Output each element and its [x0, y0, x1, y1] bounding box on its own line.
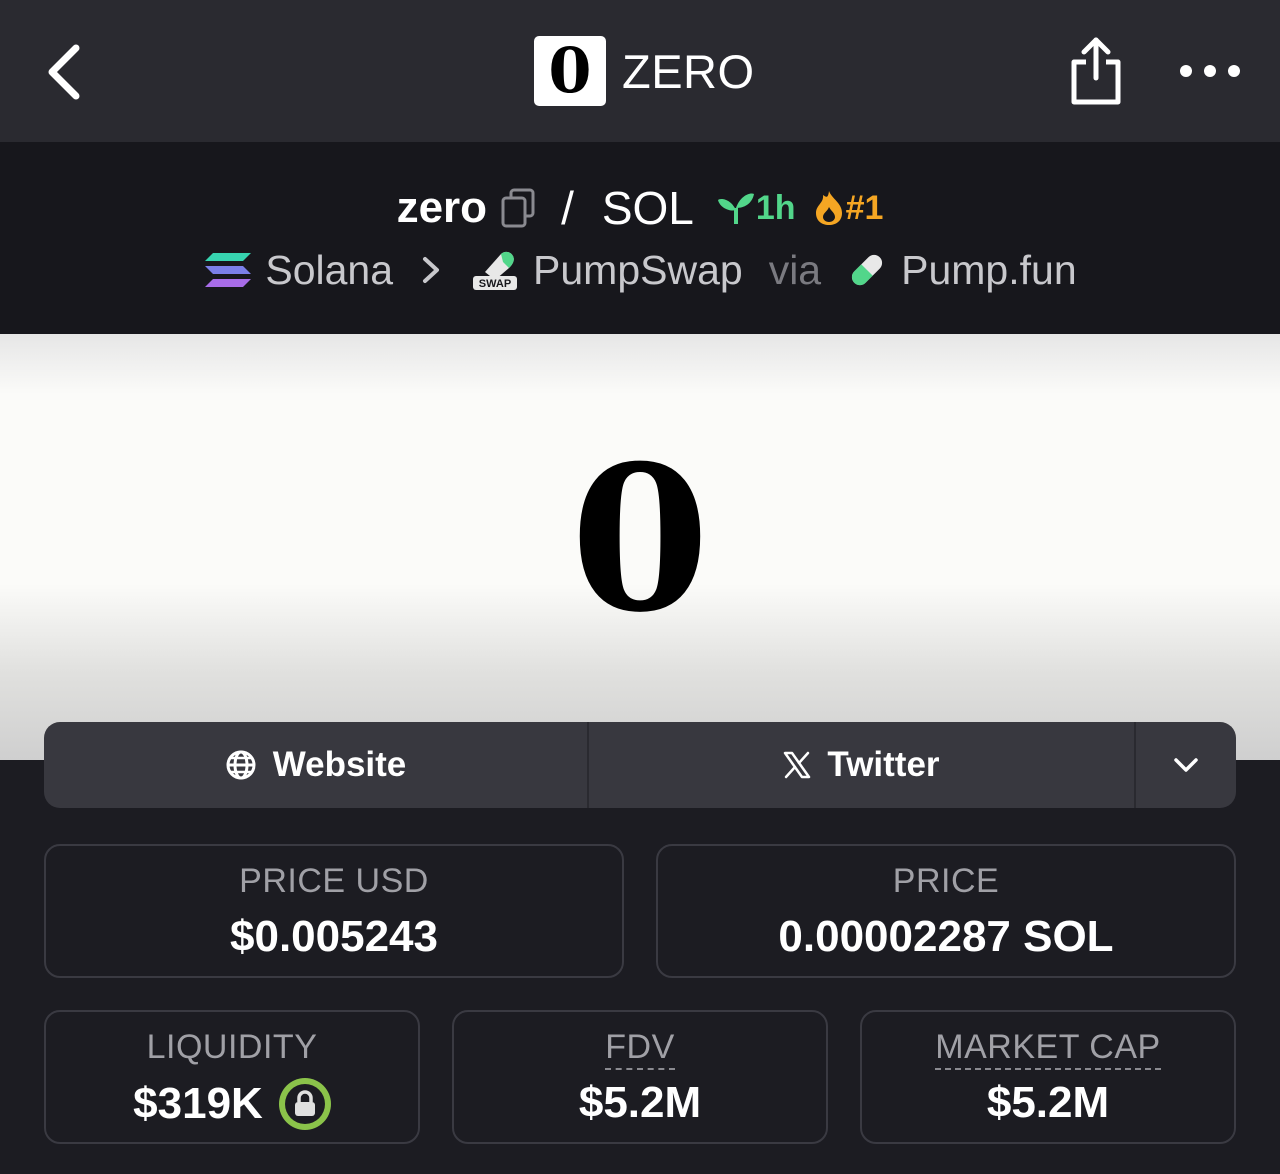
website-button[interactable]: Website — [44, 722, 589, 808]
more-horizontal-icon — [1180, 65, 1192, 77]
launchpad-name: Pump.fun — [901, 246, 1077, 293]
twitter-label: Twitter — [827, 745, 940, 784]
pair-separator: / — [561, 182, 574, 234]
route-row: Solana SWAP PumpSwap via Pump.fun — [0, 242, 1280, 298]
market-cap-label-wrap: MARKET CAP — [862, 1028, 1234, 1070]
x-logo-icon — [784, 751, 811, 779]
more-options-button[interactable] — [1180, 55, 1240, 87]
market-cap-label: MARKET CAP — [935, 1028, 1161, 1070]
dex-name: PumpSwap — [533, 246, 743, 293]
chain-name: Solana — [265, 246, 394, 293]
globe-icon — [226, 750, 256, 780]
pair-header: zero / SOL 1h #1 Solana SWAP PumpSwap vi… — [0, 142, 1280, 334]
top-nav-bar: 0 ZERO — [0, 0, 1280, 142]
price-usd-card: PRICE USD $0.005243 — [44, 844, 624, 978]
pair-row: zero / SOL 1h #1 — [0, 178, 1280, 238]
pumpswap-icon: SWAP — [473, 251, 518, 290]
expand-links-button[interactable] — [1136, 722, 1236, 808]
market-cap-card[interactable]: MARKET CAP $5.2M — [860, 1010, 1236, 1144]
token-name: ZERO — [622, 44, 755, 98]
token-brand: 0 ZERO — [534, 36, 755, 106]
social-links-bar: Website Twitter — [44, 722, 1236, 808]
dex-badge-text: SWAP — [479, 278, 511, 290]
liquidity-value: $319K — [133, 1079, 263, 1128]
lock-icon — [294, 1090, 315, 1116]
website-label: Website — [272, 745, 407, 784]
liquidity-value-row: $319K — [46, 1078, 418, 1130]
copy-icon[interactable] — [501, 188, 535, 228]
flame-icon — [815, 191, 842, 225]
solana-icon — [205, 253, 252, 287]
fdv-value: $5.2M — [578, 1078, 702, 1127]
price-native-card: PRICE 0.00002287 SOL — [656, 844, 1236, 978]
price-native-value: 0.00002287 SOL — [778, 912, 1114, 961]
fdv-card[interactable]: FDV $5.2M — [452, 1010, 828, 1144]
chevron-right-icon — [421, 255, 441, 285]
fdv-label: FDV — [605, 1028, 675, 1070]
back-button[interactable] — [34, 38, 94, 106]
seedling-icon — [717, 193, 754, 224]
price-usd-label: PRICE USD — [239, 862, 429, 900]
fdv-label-wrap: FDV — [454, 1028, 826, 1070]
banner-logo-glyph: 0 — [570, 422, 710, 657]
liquidity-label: LIQUIDITY — [146, 1028, 318, 1066]
market-cap-value: $5.2M — [986, 1078, 1110, 1127]
token-logo: 0 — [534, 36, 606, 106]
via-label: via — [768, 246, 822, 293]
chain-link[interactable]: Solana — [203, 247, 393, 294]
price-native-label: PRICE — [892, 862, 1000, 900]
liquidity-card: LIQUIDITY $319K — [44, 1010, 420, 1144]
pair-age-text: 1h — [755, 188, 796, 227]
chevron-left-icon — [48, 44, 80, 100]
share-icon — [1071, 37, 1121, 105]
trending-rank: #1 — [812, 188, 884, 228]
pill-icon — [852, 254, 883, 286]
trending-rank-text: #1 — [845, 188, 884, 227]
quote-token-symbol: SOL — [601, 182, 694, 234]
pair-age: 1h — [716, 189, 796, 228]
base-token-symbol: zero — [396, 183, 488, 232]
chevron-down-icon — [1174, 758, 1198, 772]
twitter-button[interactable]: Twitter — [589, 722, 1136, 808]
price-usd-value: $0.005243 — [230, 912, 438, 961]
dex-link[interactable]: SWAP PumpSwap — [471, 247, 743, 294]
launchpad-link[interactable]: Pump.fun — [847, 247, 1077, 294]
share-button[interactable] — [1066, 34, 1126, 110]
liquidity-lock-badge[interactable] — [278, 1078, 331, 1130]
